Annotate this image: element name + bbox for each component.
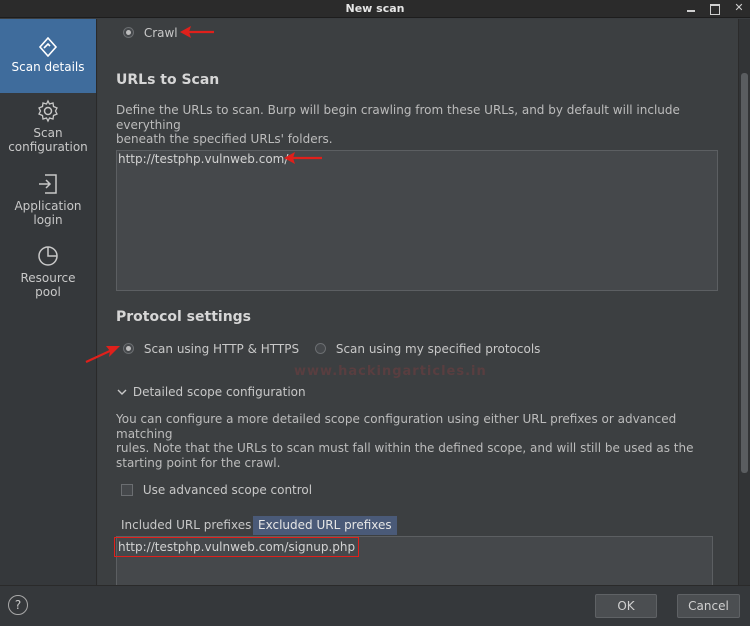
specified-protocols-radio[interactable] [315, 343, 326, 354]
sidebar-item-resource-pool[interactable]: Resource pool [0, 244, 96, 308]
minimize-icon[interactable] [684, 1, 698, 15]
scope-tabs: Included URL prefixes Excluded URL prefi… [116, 516, 516, 535]
annotation-arrow-icon [85, 346, 120, 363]
window-title: New scan [345, 2, 405, 15]
login-icon [39, 174, 57, 194]
chevron-down-icon [117, 385, 127, 399]
http-https-radio[interactable] [123, 343, 134, 354]
ok-button[interactable]: OK [595, 594, 657, 618]
sidebar-item-application-login[interactable]: Application login [0, 172, 96, 236]
url-entry: http://testphp.vulnweb.com/ [118, 152, 289, 166]
advanced-scope-label: Use advanced scope control [142, 482, 313, 497]
annotation-arrow-icon [180, 26, 214, 38]
title-bar: New scan ✕ [0, 0, 750, 18]
protocol-heading: Protocol settings [116, 309, 252, 325]
sidebar-item-scan-details[interactable]: Scan details [0, 19, 96, 93]
cancel-button[interactable]: Cancel [677, 594, 740, 618]
watermark: www.hackingarticles.in [294, 364, 487, 379]
specified-protocols-label: Scan using my specified protocols [335, 341, 541, 356]
crawl-option[interactable]: Crawl [123, 25, 178, 40]
advanced-scope-option[interactable]: Use advanced scope control [121, 482, 312, 497]
http-https-label: Scan using HTTP & HTTPS [143, 341, 300, 356]
scrollbar-thumb[interactable] [741, 73, 748, 473]
tab-included-url-prefixes[interactable]: Included URL prefixes [116, 516, 256, 535]
scrollbar[interactable] [738, 19, 750, 585]
excluded-url-entry: http://testphp.vulnweb.com/signup.php [114, 537, 360, 557]
detailed-scope-toggle[interactable]: Detailed scope configuration [117, 384, 306, 399]
gear-icon [38, 99, 58, 123]
urls-heading: URLs to Scan [116, 72, 220, 88]
scope-description-line: rules. Note that the URLs to scan must f… [116, 441, 694, 455]
sidebar-item-label: Resource pool [20, 271, 76, 299]
maximize-icon[interactable] [708, 1, 722, 15]
protocol-option-http-https[interactable]: Scan using HTTP & HTTPS [123, 341, 299, 356]
urls-description: Define the URLs to scan. Burp will begin… [116, 103, 726, 147]
urls-textarea[interactable]: http://testphp.vulnweb.com/ [116, 150, 718, 291]
protocol-option-specified[interactable]: Scan using my specified protocols [315, 341, 540, 356]
pie-icon [38, 246, 58, 266]
crawl-label: Crawl [143, 25, 178, 40]
scope-description-line: starting point for the crawl. [116, 455, 281, 470]
help-icon[interactable]: ? [8, 595, 28, 615]
scope-description-line: You can configure a more detailed scope … [116, 412, 677, 441]
scan-details-panel: Crawl URLs to Scan Define the URLs to sc… [98, 19, 738, 585]
advanced-scope-checkbox[interactable] [121, 483, 133, 496]
crawl-radio[interactable] [123, 27, 134, 38]
sidebar: Scan details Scan configuration Applicat… [0, 19, 97, 585]
close-icon[interactable]: ✕ [732, 1, 746, 15]
sidebar-item-label: Scan configuration [8, 126, 88, 154]
sidebar-item-scan-configuration[interactable]: Scan configuration [0, 99, 96, 163]
excluded-prefixes-textarea[interactable]: http://testphp.vulnweb.com/signup.php [114, 536, 713, 585]
dialog-footer: ? OK Cancel [0, 585, 750, 626]
tab-excluded-url-prefixes[interactable]: Excluded URL prefixes [253, 516, 397, 535]
urls-description-line: Define the URLs to scan. Burp will begin… [116, 103, 680, 132]
urls-description-line: beneath the specified URLs' folders. [116, 132, 333, 146]
sidebar-item-label: Application login [14, 199, 82, 227]
annotation-arrow-icon [284, 152, 322, 164]
detailed-scope-label: Detailed scope configuration [132, 384, 306, 399]
scope-description: You can configure a more detailed scope … [116, 412, 731, 470]
scan-details-icon [38, 37, 58, 57]
sidebar-item-label: Scan details [11, 60, 85, 74]
